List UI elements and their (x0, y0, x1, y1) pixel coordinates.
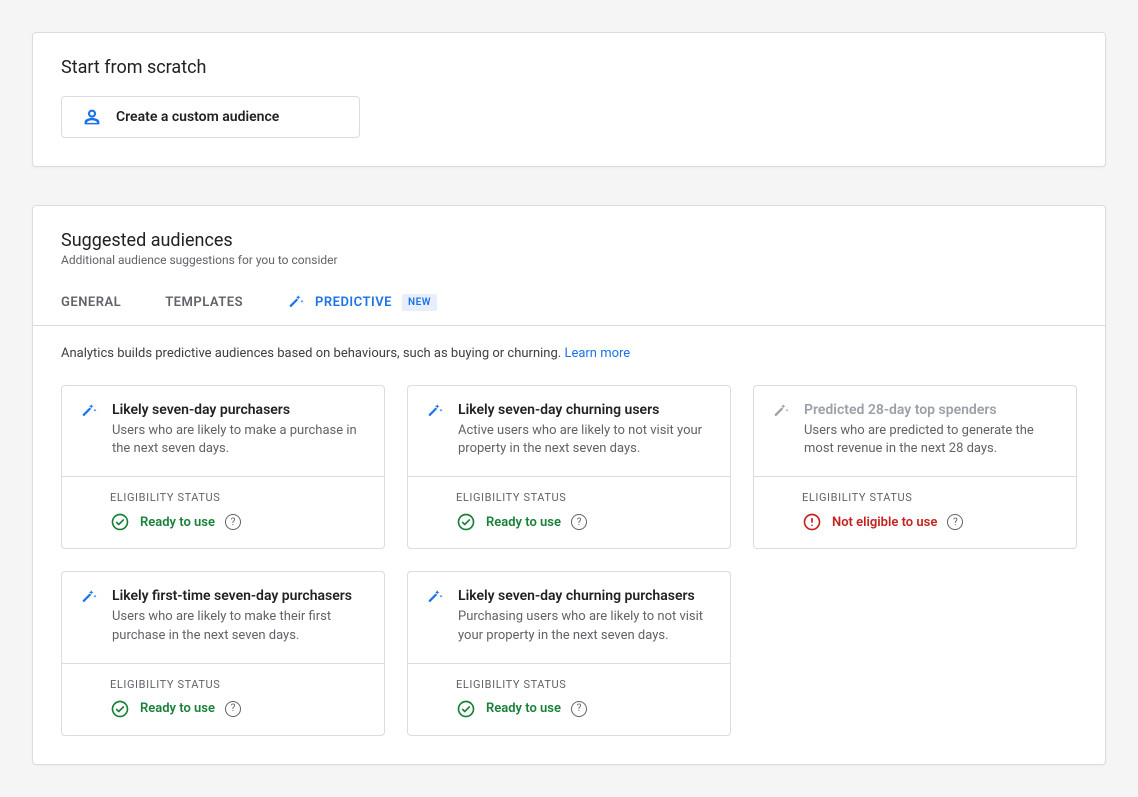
suggested-subtitle: Additional audience suggestions for you … (61, 253, 1077, 267)
audience-card[interactable]: Likely seven-day churning users Active u… (407, 385, 731, 549)
tab-predictive-label: PREDICTIVE (315, 295, 392, 310)
status-text: Ready to use (140, 515, 215, 530)
check-circle-icon (110, 699, 130, 719)
status-text: Ready to use (140, 701, 215, 716)
check-circle-icon (456, 512, 476, 532)
tab-templates[interactable]: TEMPLATES (165, 285, 243, 324)
audience-card-top: Likely seven-day churning purchasers Pur… (408, 572, 730, 662)
audience-cards-grid: Likely seven-day purchasers Users who ar… (61, 385, 1077, 736)
status-text: Not eligible to use (832, 515, 937, 530)
audience-card-status: ELIGIBILITY STATUS Ready to use ? (62, 476, 384, 548)
audience-card-top: Predicted 28-day top spenders Users who … (754, 386, 1076, 476)
start-from-scratch-title: Start from scratch (61, 57, 1077, 78)
audience-card-status: ELIGIBILITY STATUS Ready to use ? (408, 476, 730, 548)
predictive-intro-text: Analytics builds predictive audiences ba… (61, 346, 564, 361)
audience-card-title: Predicted 28-day top spenders (804, 402, 1058, 418)
audience-card-title: Likely seven-day churning users (458, 402, 712, 418)
predictive-body: Analytics builds predictive audiences ba… (33, 326, 1105, 764)
check-circle-icon (456, 699, 476, 719)
create-custom-audience-label: Create a custom audience (116, 109, 279, 125)
help-icon[interactable]: ? (225, 514, 241, 530)
alert-circle-icon (802, 512, 822, 532)
help-icon[interactable]: ? (947, 514, 963, 530)
wand-icon (426, 588, 444, 644)
audience-card-status: ELIGIBILITY STATUS Ready to use ? (408, 663, 730, 735)
status-text: Ready to use (486, 515, 561, 530)
audience-card-description: Users who are predicted to generate the … (804, 422, 1058, 458)
wand-icon (287, 293, 305, 311)
start-from-scratch-panel: Start from scratch Create a custom audie… (32, 32, 1106, 167)
wand-icon (80, 588, 98, 644)
eligibility-status-label: ELIGIBILITY STATUS (110, 491, 366, 504)
audience-card[interactable]: Likely seven-day purchasers Users who ar… (61, 385, 385, 549)
create-custom-audience-button[interactable]: Create a custom audience (61, 96, 360, 138)
audience-card-status: ELIGIBILITY STATUS Ready to use ? (62, 663, 384, 735)
help-icon[interactable]: ? (225, 701, 241, 717)
suggested-tabs: GENERAL TEMPLATES PREDICTIVE NEW (33, 283, 1105, 326)
audience-card[interactable]: Likely first-time seven-day purchasers U… (61, 571, 385, 735)
audience-card-description: Active users who are likely to not visit… (458, 422, 712, 458)
help-icon[interactable]: ? (571, 701, 587, 717)
suggested-header: Suggested audiences Additional audience … (33, 206, 1105, 267)
audience-card-description: Users who are likely to make their first… (112, 608, 366, 644)
eligibility-status-label: ELIGIBILITY STATUS (802, 491, 1058, 504)
person-icon (82, 107, 102, 127)
audience-card-description: Purchasing users who are likely to not v… (458, 608, 712, 644)
audience-card-top: Likely seven-day churning users Active u… (408, 386, 730, 476)
audience-card[interactable]: Predicted 28-day top spenders Users who … (753, 385, 1077, 549)
audience-card-top: Likely seven-day purchasers Users who ar… (62, 386, 384, 476)
suggested-title: Suggested audiences (61, 230, 1077, 251)
audience-card-top: Likely first-time seven-day purchasers U… (62, 572, 384, 662)
eligibility-status-label: ELIGIBILITY STATUS (456, 678, 712, 691)
suggested-audiences-panel: Suggested audiences Additional audience … (32, 205, 1106, 765)
tab-general[interactable]: GENERAL (61, 285, 121, 324)
eligibility-status-label: ELIGIBILITY STATUS (456, 491, 712, 504)
audience-card[interactable]: Likely seven-day churning purchasers Pur… (407, 571, 731, 735)
wand-icon (80, 402, 98, 458)
eligibility-status-label: ELIGIBILITY STATUS (110, 678, 366, 691)
tab-predictive[interactable]: PREDICTIVE NEW (287, 283, 437, 325)
audience-card-description: Users who are likely to make a purchase … (112, 422, 366, 458)
audience-card-status: ELIGIBILITY STATUS Not eligible to use ? (754, 476, 1076, 548)
wand-icon (426, 402, 444, 458)
audience-card-title: Likely seven-day purchasers (112, 402, 366, 418)
wand-icon (772, 402, 790, 458)
check-circle-icon (110, 512, 130, 532)
status-text: Ready to use (486, 701, 561, 716)
audience-card-title: Likely seven-day churning purchasers (458, 588, 712, 604)
help-icon[interactable]: ? (571, 514, 587, 530)
new-badge: NEW (402, 294, 437, 311)
predictive-intro: Analytics builds predictive audiences ba… (61, 346, 1077, 361)
audience-card-title: Likely first-time seven-day purchasers (112, 588, 366, 604)
learn-more-link[interactable]: Learn more (564, 346, 630, 361)
